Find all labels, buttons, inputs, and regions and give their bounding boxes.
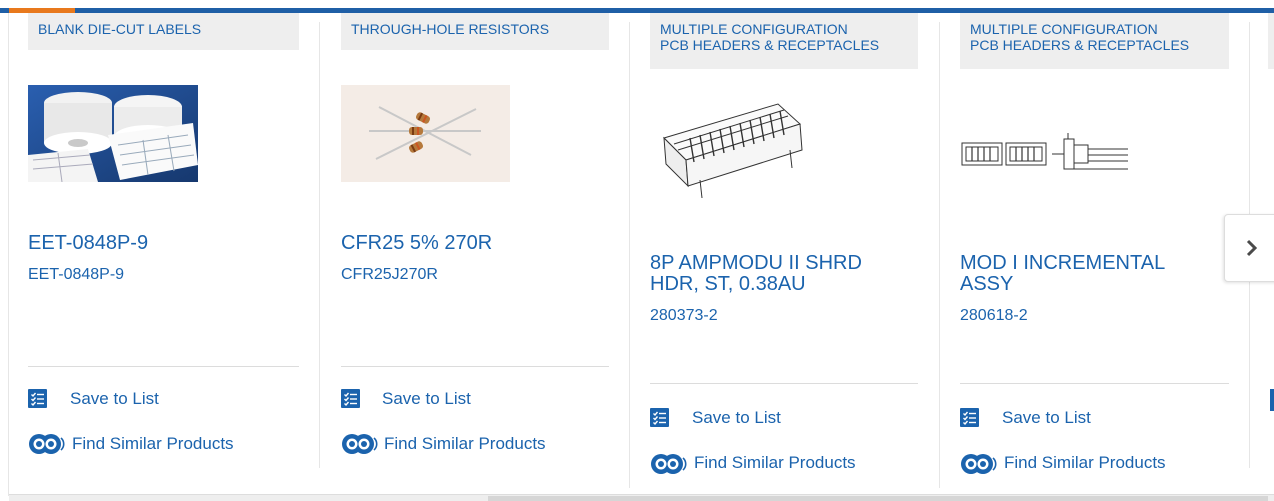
category-tag[interactable]: MULTIPLE CONFIGURATION PCB HEADERS & REC… (960, 13, 1229, 69)
save-to-list-link[interactable]: Save to List (382, 389, 471, 409)
save-to-list-link[interactable]: Save to List (1002, 408, 1091, 428)
find-similar-link[interactable]: Find Similar Products (384, 434, 546, 454)
divider (28, 366, 299, 367)
scrollbar-thumb[interactable] (488, 496, 1268, 501)
product-title[interactable]: EET-0848P-9 (28, 233, 299, 254)
part-number[interactable]: 280373-2 (650, 307, 918, 325)
find-similar-link[interactable]: Find Similar Products (1004, 453, 1166, 473)
horizontal-scrollbar[interactable] (9, 494, 1274, 501)
save-list-icon[interactable] (341, 389, 360, 408)
product-title[interactable]: MOD I INCREMENTAL ASSY (960, 253, 1229, 295)
carousel-next-button[interactable] (1224, 214, 1274, 282)
next-card-tag-edge (1268, 13, 1274, 69)
title-line-2: HDR, ST, 0.38AU (650, 273, 806, 295)
find-similar-link[interactable]: Find Similar Products (72, 434, 234, 454)
category-line-2: PCB HEADERS & RECEPTACLES (970, 37, 1190, 53)
category-line-2: PCB HEADERS & RECEPTACLES (660, 37, 880, 53)
title-line-2: ASSY (960, 273, 1014, 295)
part-number[interactable]: EET-0848P-9 (28, 266, 299, 284)
product-image[interactable] (660, 98, 805, 202)
save-to-list-link[interactable]: Save to List (692, 408, 781, 428)
category-tag[interactable]: MULTIPLE CONFIGURATION PCB HEADERS & REC… (650, 13, 918, 69)
title-line-1: MOD I INCREMENTAL (960, 252, 1166, 274)
next-card-icon-edge (1270, 389, 1274, 411)
find-similar-icon[interactable] (959, 452, 999, 481)
title-line-1: 8P AMPMODU II SHRD (650, 252, 862, 274)
find-similar-icon[interactable] (340, 432, 380, 461)
part-number[interactable]: CFR25J270R (341, 266, 609, 284)
part-number[interactable]: 280618-2 (960, 307, 1229, 325)
category-line-1: MULTIPLE CONFIGURATION (660, 21, 848, 37)
product-title[interactable]: CFR25 5% 270R (341, 233, 609, 254)
find-similar-icon[interactable] (649, 452, 689, 481)
category-line-1: MULTIPLE CONFIGURATION (970, 21, 1158, 37)
chevron-right-icon (1246, 239, 1258, 257)
save-to-list-link[interactable]: Save to List (70, 389, 159, 409)
product-image[interactable] (341, 85, 510, 182)
product-image[interactable] (960, 133, 1130, 171)
product-image[interactable] (28, 85, 198, 183)
card-divider (319, 22, 320, 468)
category-tag[interactable]: BLANK DIE-CUT LABELS (28, 13, 299, 50)
divider (960, 383, 1229, 384)
divider (341, 366, 609, 367)
save-list-icon[interactable] (650, 408, 669, 427)
carousel-left-border (8, 13, 9, 496)
find-similar-icon[interactable] (27, 432, 67, 461)
find-similar-link[interactable]: Find Similar Products (694, 453, 856, 473)
category-tag[interactable]: THROUGH-HOLE RESISTORS (341, 13, 609, 50)
save-list-icon[interactable] (28, 389, 47, 408)
card-divider (939, 22, 940, 488)
divider (650, 383, 918, 384)
card-divider (629, 22, 630, 488)
save-list-icon[interactable] (960, 408, 979, 427)
product-title[interactable]: 8P AMPMODU II SHRD HDR, ST, 0.38AU (650, 253, 918, 295)
